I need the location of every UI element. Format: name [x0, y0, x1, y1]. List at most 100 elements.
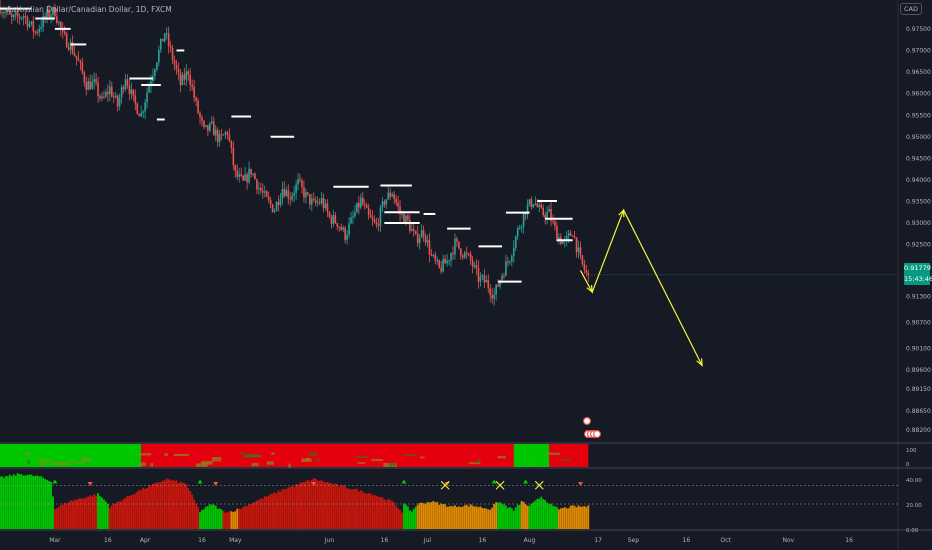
- chart-canvas[interactable]: 0.97500 0.97000 0.96500 0.96000 0.95500 0.950…: [0, 0, 932, 550]
- oscillator-pane: [0, 473, 590, 529]
- candle-body: [489, 288, 492, 296]
- candle-body: [326, 203, 329, 213]
- price-tick-label: 0.88650: [906, 408, 931, 415]
- heatmap-noise: [266, 461, 274, 465]
- candle-body: [412, 229, 415, 231]
- time-tick-label: Aug: [524, 537, 536, 544]
- oscillator-bar: [583, 506, 586, 529]
- candle-body: [318, 202, 321, 204]
- candle-body: [354, 212, 356, 217]
- oscillator-bar: [385, 500, 388, 529]
- candle-body: [352, 216, 354, 218]
- heatmap-noise: [308, 452, 318, 456]
- symbol-title: Australian Dollar/Canadian Dollar, 1D, F…: [6, 5, 172, 14]
- time-tick-label: Nov: [782, 537, 794, 544]
- time-tick-label: 16: [683, 537, 691, 544]
- candle-body: [538, 204, 541, 207]
- oscillator-bar: [581, 506, 584, 529]
- oscillator-bar: [138, 490, 141, 529]
- candle-body: [128, 85, 131, 94]
- candle-body: [175, 64, 178, 70]
- candle-body: [18, 16, 21, 19]
- candle-body: [12, 14, 15, 18]
- heatmap-segment: [0, 444, 142, 467]
- heatmap-noise: [239, 452, 245, 455]
- candle-body: [242, 175, 244, 181]
- candle-body: [303, 187, 305, 198]
- price-tick-label: 0.93500: [906, 199, 931, 206]
- time-tick-label: Oct: [720, 537, 731, 544]
- oscillator-bar: [120, 501, 123, 529]
- oscillator-bar: [122, 499, 125, 529]
- event-marker: [582, 417, 591, 426]
- oscillator-bar: [350, 489, 352, 529]
- candle-body: [114, 95, 117, 98]
- heatmap-noise: [196, 463, 208, 467]
- price-tick-label: 0.89600: [906, 367, 931, 374]
- oscillator-bar: [501, 503, 503, 529]
- candle-body: [236, 170, 239, 177]
- candle-body: [409, 220, 411, 232]
- oscillator-bar: [573, 505, 576, 529]
- candle-body: [36, 32, 39, 34]
- candle-body: [81, 62, 84, 73]
- candle-body: [201, 117, 203, 121]
- candle-body: [495, 284, 497, 295]
- heatmap-noise: [138, 462, 146, 467]
- candle-body: [107, 91, 109, 95]
- candle-body: [299, 179, 301, 181]
- candle-body: [163, 33, 166, 42]
- candle-body: [389, 192, 392, 197]
- candle-body: [234, 165, 237, 171]
- candle-body: [93, 79, 95, 82]
- oscillator-bar: [104, 501, 107, 529]
- oscillator-bar: [185, 484, 188, 529]
- oscillator-bar: [177, 483, 180, 529]
- oscillator-bar: [297, 484, 299, 529]
- oscillator-bar: [222, 511, 225, 529]
- candle-body: [140, 112, 142, 117]
- oscillator-bar: [248, 504, 250, 529]
- oscillator-bar: [516, 504, 519, 529]
- candle-body: [287, 190, 290, 199]
- oscillator-bar: [473, 506, 476, 529]
- oscillator-bar: [381, 497, 384, 529]
- oscillator-bar: [232, 512, 235, 529]
- oscillator-bar: [259, 498, 262, 529]
- candle-body: [203, 120, 205, 127]
- oscillator-bar: [14, 475, 17, 529]
- candle-body: [507, 261, 509, 263]
- oscillator-bar: [267, 495, 270, 529]
- candle-body: [283, 188, 286, 197]
- currency-badge[interactable]: CAD: [900, 3, 922, 15]
- candle-body: [532, 204, 535, 208]
- oscillator-bar: [291, 485, 294, 529]
- oscillator-bar: [430, 502, 433, 529]
- oscillator-bar: [140, 490, 143, 529]
- candle-body: [97, 82, 99, 97]
- candle-body: [569, 232, 572, 236]
- candle-body: [193, 86, 195, 98]
- candle-body: [585, 269, 588, 273]
- candle-body: [454, 238, 456, 255]
- oscillator-bar: [150, 485, 152, 529]
- projection-path: [579, 208, 703, 366]
- oscillator-bar: [155, 482, 158, 529]
- oscillator-bar: [561, 508, 564, 529]
- candle-body: [546, 211, 548, 219]
- candle-body: [491, 295, 494, 299]
- candle-body: [132, 89, 135, 96]
- candle-body: [228, 134, 231, 141]
- oscillator-bar: [283, 489, 286, 529]
- oscillator-tick-label: 40.00: [906, 478, 922, 484]
- candle-body: [575, 237, 578, 253]
- oscillator-bar: [112, 503, 115, 529]
- heatmap-noise: [528, 462, 531, 466]
- candle-body: [56, 16, 58, 23]
- candle-body: [567, 232, 570, 236]
- oscillator-bar: [216, 508, 219, 529]
- oscillator-bar: [205, 506, 207, 529]
- oscillator-bar: [189, 491, 192, 529]
- oscillator-bar: [342, 485, 345, 529]
- oscillator-bar: [246, 506, 248, 529]
